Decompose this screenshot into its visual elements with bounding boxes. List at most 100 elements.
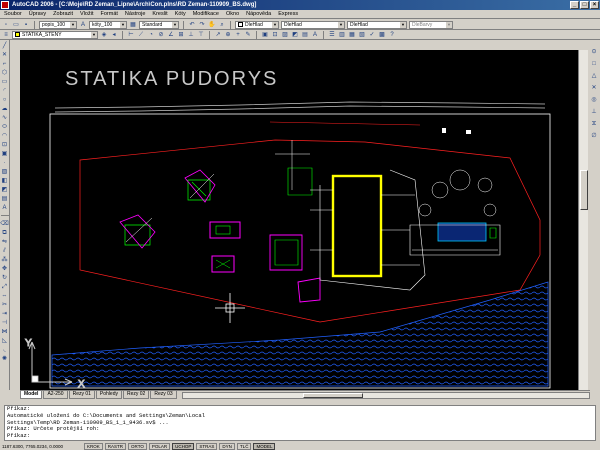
status-osnap-button[interactable]: UCHOP [172, 442, 195, 450]
insert-block-icon[interactable]: ⊡ [0, 141, 9, 148]
open-icon[interactable]: ▭ [12, 20, 20, 29]
menu-okno[interactable]: Okno [226, 11, 239, 17]
menu-format[interactable]: Formát [101, 11, 118, 17]
vertical-scroll-thumb[interactable] [580, 170, 588, 210]
menu-modifikace[interactable]: Modifikace [193, 11, 219, 17]
ellipse-arc-icon[interactable]: ◠ [0, 132, 9, 139]
minimize-button[interactable]: _ [570, 1, 579, 9]
intersection-snap-icon[interactable]: ✕ [590, 84, 598, 92]
nearest-snap-icon[interactable]: ⧖ [590, 120, 598, 128]
none-snap-icon[interactable]: ∅ [590, 132, 598, 140]
status-grid-button[interactable]: RASTR [104, 442, 127, 450]
region-draw-icon[interactable]: ◩ [0, 186, 9, 193]
layer-previous-icon[interactable]: ◂ [110, 30, 118, 39]
command-window[interactable]: Příkaz: Automatické uložení do C:\Docume… [4, 405, 596, 441]
lineweight-dropdown[interactable]: DleHlad ▼ [347, 20, 407, 29]
dim-diameter-icon[interactable]: ⊘ [157, 30, 165, 39]
construction-line-icon[interactable]: ✕ [0, 51, 9, 58]
horizontal-scroll-thumb[interactable] [302, 392, 363, 398]
menu-kreslit[interactable]: Kreslit [152, 11, 167, 17]
mtext-icon[interactable]: A [311, 30, 319, 39]
status-polar-button[interactable]: POLAR [148, 442, 171, 450]
gradient-icon[interactable]: ◧ [0, 177, 9, 184]
zoom-icon[interactable]: ⌕ [218, 20, 226, 29]
linetype-dropdown[interactable]: DleHlad ▼ [281, 20, 345, 29]
perpendicular-snap-icon[interactable]: ⊥ [590, 108, 598, 116]
dim-aligned-icon[interactable]: ⟋ [137, 30, 145, 39]
polygon-icon[interactable]: ⬡ [0, 69, 9, 76]
tab-rezy-01[interactable]: Rezy 01 [68, 391, 95, 399]
tolerance-icon[interactable]: ⊕ [224, 30, 232, 39]
menu-upravy[interactable]: Úpravy [29, 11, 46, 17]
style-icon[interactable]: A [79, 20, 87, 29]
layer-manager-icon[interactable]: ≡ [2, 30, 10, 39]
status-otrack-button[interactable]: STRAS [196, 442, 218, 450]
vertical-scrollbar[interactable] [578, 50, 588, 390]
tool-palettes-icon[interactable]: ▦ [348, 30, 356, 39]
dim-angular-icon[interactable]: ∠ [167, 30, 175, 39]
revcloud-icon[interactable]: ☁ [0, 105, 9, 112]
region-icon[interactable]: ◩ [291, 30, 299, 39]
dim-scale-dropdown[interactable]: kóty_100 ▼ [89, 20, 127, 29]
markup-icon[interactable]: ✓ [368, 30, 376, 39]
menu-nastroje[interactable]: Nástroje [125, 11, 145, 17]
command-prompt[interactable]: Příkaz: [7, 432, 595, 440]
circle-icon[interactable]: ○ [0, 96, 9, 103]
rectangle-icon[interactable]: ▭ [0, 78, 9, 85]
help-icon[interactable]: ? [388, 30, 396, 39]
dim-linear-icon[interactable]: ⊢ [127, 30, 135, 39]
explode-icon[interactable]: ✺ [0, 355, 9, 362]
rotate-icon[interactable]: ↻ [0, 274, 9, 281]
tab-model[interactable]: Model [20, 391, 43, 399]
point-icon[interactable]: · [0, 159, 9, 166]
baseline-icon[interactable]: ⊥ [187, 30, 195, 39]
polyline-icon[interactable]: ⌐ [0, 60, 9, 67]
menu-zobrazit[interactable]: Zobrazit [53, 11, 73, 17]
status-snap-button[interactable]: KROK [84, 442, 103, 450]
design-center-icon[interactable]: ▥ [338, 30, 346, 39]
menu-koty[interactable]: Kóty [175, 11, 186, 17]
status-model-button[interactable]: MODEL [253, 442, 276, 450]
stretch-icon[interactable]: ⇔ [0, 292, 9, 299]
dim-edit-icon[interactable]: ✎ [244, 30, 252, 39]
line-icon[interactable]: ╱ [0, 42, 9, 49]
save-icon[interactable]: ▪ [22, 20, 30, 29]
chamfer-icon[interactable]: ◺ [0, 337, 9, 344]
status-ortho-button[interactable]: ORTO [128, 442, 147, 450]
tab-a2-250[interactable]: A2-250 [43, 391, 68, 399]
hatch-icon[interactable]: ▨ [281, 30, 289, 39]
block-icon[interactable]: ▣ [261, 30, 269, 39]
leader-icon[interactable]: ↗ [214, 30, 222, 39]
pan-icon[interactable]: ✋ [208, 20, 216, 29]
dim-radius-icon[interactable]: ◔ [147, 30, 155, 39]
make-current-icon[interactable]: ◈ [100, 30, 108, 39]
make-block-icon[interactable]: ▣ [0, 150, 9, 157]
redo-icon[interactable]: ↷ [198, 20, 206, 29]
new-icon[interactable]: ▫ [2, 20, 10, 29]
endpoint-snap-icon[interactable]: □ [590, 60, 598, 68]
properties-icon[interactable]: ☰ [328, 30, 336, 39]
hatch-draw-icon[interactable]: ▨ [0, 168, 9, 175]
mirror-icon[interactable]: ⇋ [0, 238, 9, 245]
menu-napoveda[interactable]: Nápověda [246, 11, 271, 17]
status-dyn-button[interactable]: DYN [219, 442, 235, 450]
undo-icon[interactable]: ↶ [188, 20, 196, 29]
plotstyle-dropdown[interactable]: DleBarvy ▼ [409, 20, 453, 29]
erase-icon[interactable]: ⌫ [0, 220, 9, 227]
menu-vlozit[interactable]: Vložit [80, 11, 93, 17]
insert-icon[interactable]: ⊡ [271, 30, 279, 39]
copy-icon[interactable]: ⧉ [0, 229, 9, 236]
multiline-text-icon[interactable]: A [0, 204, 9, 211]
quick-dim-icon[interactable]: ⊞ [177, 30, 185, 39]
dimstyle-dropdown[interactable]: Standard ▼ [139, 20, 179, 29]
table-icon[interactable]: ▤ [301, 30, 309, 39]
calculator-icon[interactable]: ▩ [378, 30, 386, 39]
table-draw-icon[interactable]: ▤ [0, 195, 9, 202]
menu-express[interactable]: Express [278, 11, 298, 17]
tab-pohledy[interactable]: Pohledy [95, 391, 122, 399]
break-icon[interactable]: ⊣ [0, 319, 9, 326]
continue-icon[interactable]: ⊤ [197, 30, 205, 39]
arc-icon[interactable]: ◜ [0, 87, 9, 94]
spline-icon[interactable]: ∿ [0, 114, 9, 121]
offset-icon[interactable]: ⫽ [0, 247, 9, 254]
